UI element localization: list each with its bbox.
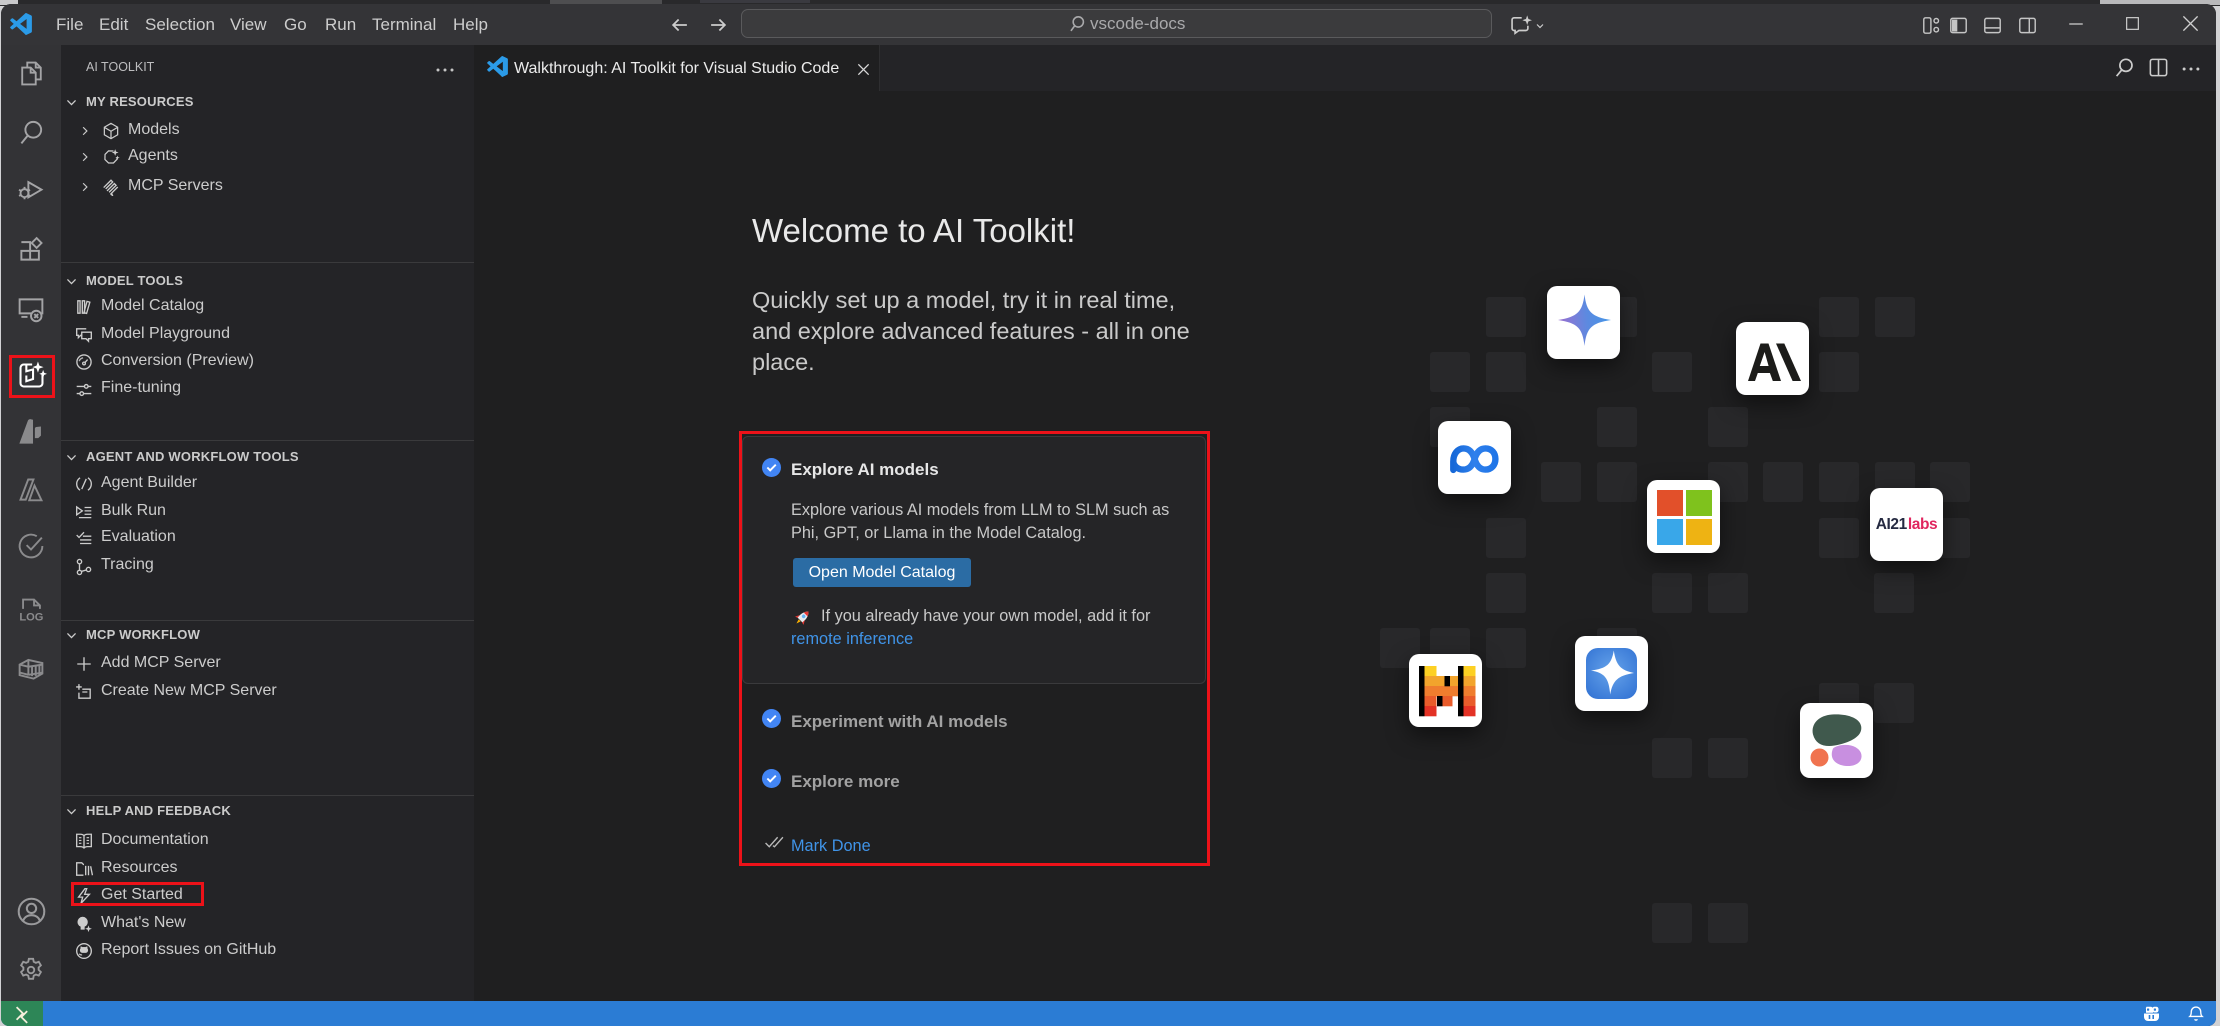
- svg-text:LOG: LOG: [19, 612, 43, 624]
